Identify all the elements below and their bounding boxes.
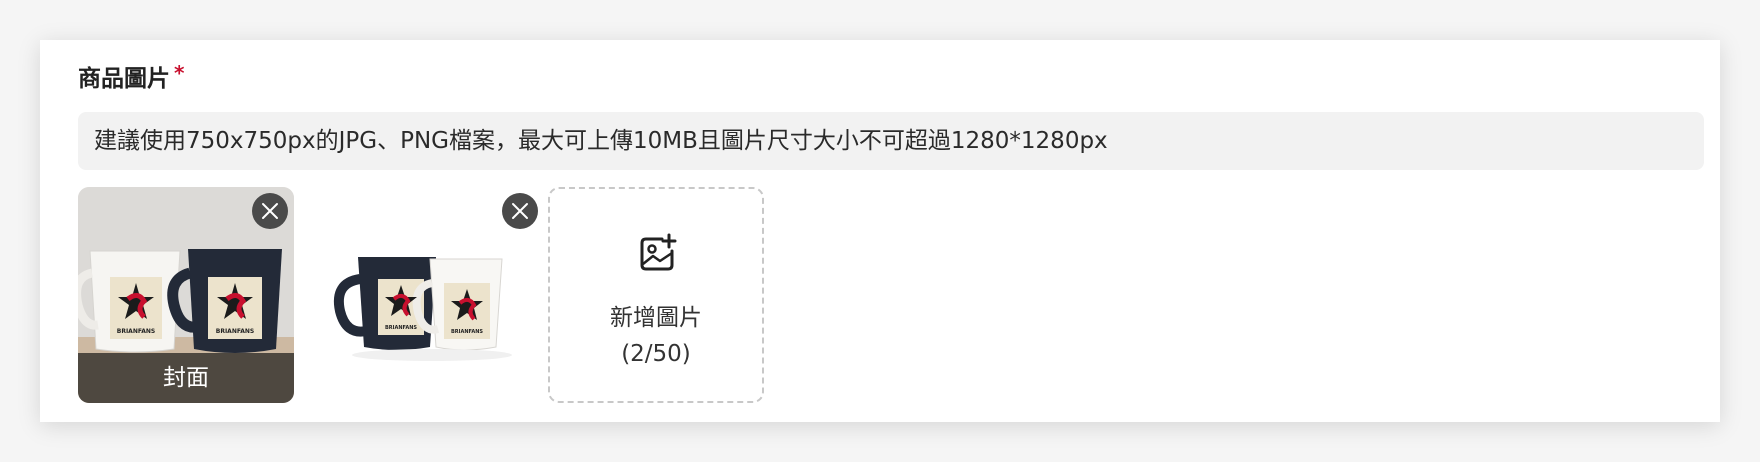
section-title: 商品圖片 *	[78, 61, 185, 94]
add-image-button[interactable]: 新增圖片 (2/50)	[548, 187, 764, 403]
image-thumbnail[interactable]: BRIANFANS BRIANFANS	[328, 187, 544, 403]
mug-label-2a: BRIANFANS	[385, 325, 417, 331]
close-icon	[512, 203, 528, 219]
cover-label: 封面	[78, 353, 294, 403]
mug-label-1a: BRIANFANS	[117, 328, 156, 335]
required-mark: *	[174, 61, 185, 85]
product-images-card: 商品圖片 * 建議使用750x750px的JPG、PNG檔案，最大可上傳10MB且…	[40, 40, 1720, 422]
add-image-icon	[640, 233, 677, 271]
remove-image-button[interactable]	[252, 193, 288, 229]
mug-label-1b: BRIANFANS	[216, 328, 255, 335]
image-count: (2/50)	[621, 341, 691, 367]
section-title-text: 商品圖片	[78, 66, 170, 92]
close-icon	[262, 203, 278, 219]
upload-hint-text: 建議使用750x750px的JPG、PNG檔案，最大可上傳10MB且圖片尺寸大小…	[94, 128, 1108, 154]
upload-hint: 建議使用750x750px的JPG、PNG檔案，最大可上傳10MB且圖片尺寸大小…	[78, 112, 1704, 170]
image-thumbnail-cover[interactable]: BRIANFANS BRIANFANS 封面	[78, 187, 294, 403]
remove-image-button[interactable]	[502, 193, 538, 229]
mug-label-2b: BRIANFANS	[451, 329, 483, 335]
add-image-label: 新增圖片	[610, 305, 702, 331]
